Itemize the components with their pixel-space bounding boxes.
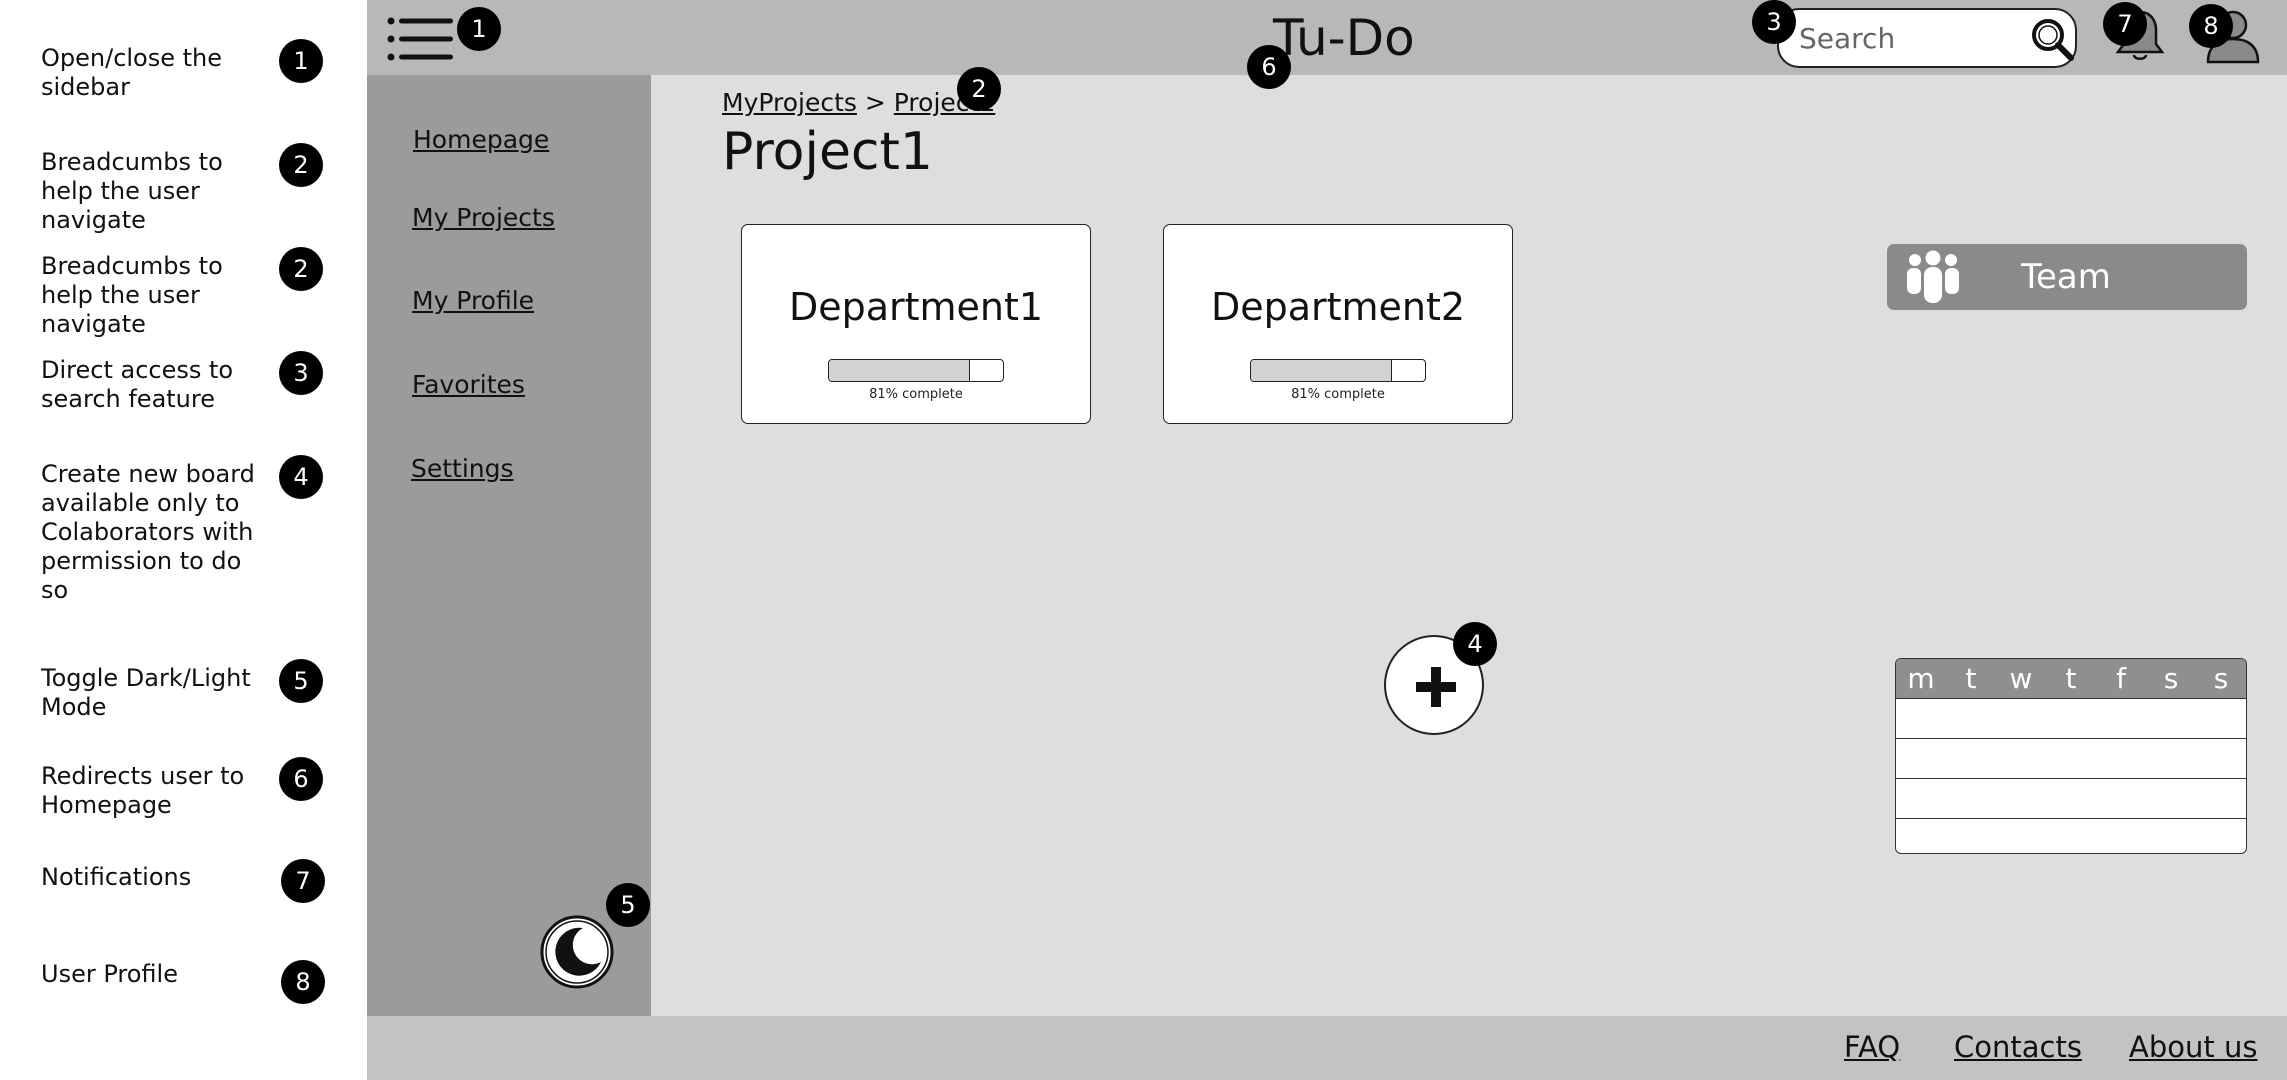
calendar-widget: m t w t f s s	[1895, 658, 2247, 854]
magnifier-icon[interactable]	[2029, 16, 2075, 62]
legend-number: 4	[279, 455, 323, 499]
annotation-marker: 4	[1453, 622, 1497, 666]
group-icon	[1905, 250, 1961, 304]
calendar-header: m t w t f s s	[1896, 659, 2246, 699]
legend-number: 3	[279, 351, 323, 395]
breadcrumb-separator: >	[864, 88, 886, 117]
calendar-row[interactable]	[1896, 739, 2246, 779]
annotation-marker: 2	[957, 67, 1001, 111]
legend-text: Notifications	[41, 863, 192, 891]
department-name: Department2	[1210, 285, 1466, 329]
app-window: Tu-Do Homepage	[367, 0, 2287, 1080]
sidebar-item-my-projects[interactable]: My Projects	[412, 203, 555, 233]
legend-text: Redirects user to Homepage	[41, 762, 245, 819]
legend-text: Toggle Dark/Light Mode	[41, 664, 251, 721]
footer-link-faq[interactable]: FAQ	[1844, 1030, 1900, 1064]
department-name: Department1	[788, 285, 1044, 329]
annotation-marker: 6	[1247, 45, 1291, 89]
breadcrumb: MyProjects > Project1	[722, 88, 995, 118]
plus-icon	[1416, 667, 1456, 707]
department-card[interactable]: Department1 81% complete	[741, 224, 1091, 424]
calendar-row[interactable]	[1896, 699, 2246, 739]
annotation-marker: 8	[2189, 4, 2233, 48]
calendar-day-label: t	[1965, 662, 1977, 695]
team-label: Team	[2021, 257, 2111, 297]
legend-text: Breadcumbs to help the user navigate	[41, 148, 223, 234]
legend-text: User Profile	[41, 960, 178, 988]
annotation-marker: 1	[457, 7, 501, 51]
annotation-legend: Open/close the sidebar 1 Breadcumbs to h…	[0, 0, 367, 1080]
hamburger-icon[interactable]	[387, 16, 453, 62]
calendar-day-label: m	[1907, 662, 1935, 695]
breadcrumb-link-myprojects[interactable]: MyProjects	[722, 88, 857, 117]
progress-fill	[829, 360, 970, 381]
legend-number: 7	[281, 859, 325, 903]
annotation-marker: 7	[2103, 2, 2147, 46]
sidebar-item-my-profile[interactable]: My Profile	[412, 286, 534, 316]
progress-fill	[1251, 360, 1392, 381]
legend-number: 8	[281, 960, 325, 1004]
legend-text: Direct access to search feature	[41, 356, 234, 413]
progress-label: 81% complete	[869, 387, 963, 402]
footer: FAQ Contacts About us	[367, 1016, 2287, 1080]
sidebar: Homepage My Projects My Profile Favorite…	[367, 75, 651, 1016]
calendar-row[interactable]	[1896, 819, 2246, 853]
search-input[interactable]	[1799, 18, 2019, 58]
footer-link-contacts[interactable]: Contacts	[1954, 1030, 2082, 1064]
team-button[interactable]: Team	[1887, 244, 2247, 310]
moon-icon[interactable]	[539, 914, 615, 990]
search-box	[1777, 8, 2077, 68]
top-bar: Tu-Do	[367, 0, 2287, 75]
sidebar-item-favorites[interactable]: Favorites	[412, 370, 525, 400]
footer-link-about-us[interactable]: About us	[2129, 1030, 2257, 1064]
legend-text: Create new board available only to Colab…	[41, 460, 255, 604]
legend-number: 2	[279, 247, 323, 291]
sidebar-item-homepage[interactable]: Homepage	[413, 125, 549, 155]
page-title: Project1	[722, 122, 933, 182]
calendar-day-label: s	[2163, 662, 2179, 695]
calendar-row[interactable]	[1896, 779, 2246, 819]
legend-number: 2	[279, 143, 323, 187]
annotation-marker: 5	[606, 883, 650, 927]
calendar-day-label: t	[2065, 662, 2077, 695]
sidebar-item-settings[interactable]: Settings	[411, 454, 514, 484]
calendar-day-label: f	[2116, 662, 2126, 695]
app-title-home-link[interactable]: Tu-Do	[1273, 8, 1415, 68]
annotation-marker: 3	[1752, 0, 1796, 44]
legend-number: 6	[279, 757, 323, 801]
calendar-day-label: w	[2009, 662, 2033, 695]
calendar-day-label: s	[2213, 662, 2229, 695]
progress-label: 81% complete	[1291, 387, 1385, 402]
progress-bar	[828, 359, 1004, 382]
legend-number: 1	[279, 39, 323, 83]
department-card[interactable]: Department2 81% complete	[1163, 224, 1513, 424]
legend-number: 5	[279, 659, 323, 703]
legend-text: Breadcumbs to help the user navigate	[41, 252, 223, 338]
progress-bar	[1250, 359, 1426, 382]
legend-text: Open/close the sidebar	[41, 44, 223, 101]
